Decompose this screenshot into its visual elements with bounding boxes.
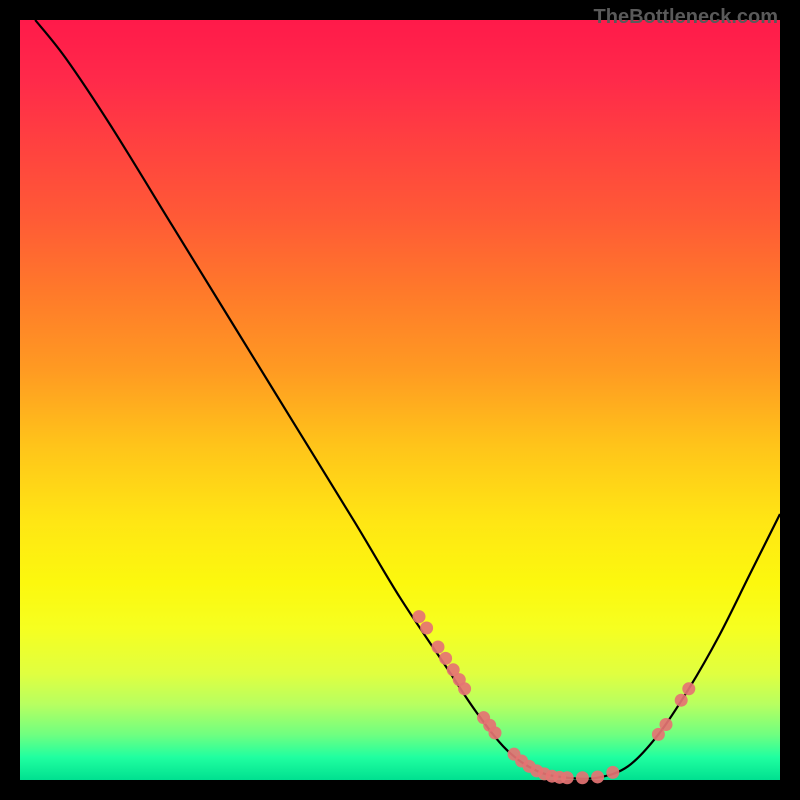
data-point — [439, 652, 452, 665]
watermark-text: TheBottleneck.com — [594, 6, 778, 29]
data-point — [432, 641, 445, 654]
bottleneck-curve — [35, 20, 780, 779]
data-points — [413, 610, 696, 784]
data-point — [489, 726, 502, 739]
data-point — [420, 622, 433, 635]
data-point — [675, 694, 688, 707]
data-point — [413, 610, 426, 623]
data-point — [606, 766, 619, 779]
data-point — [660, 718, 673, 731]
data-point — [576, 771, 589, 784]
data-point — [682, 682, 695, 695]
data-point — [561, 771, 574, 784]
data-point — [591, 770, 604, 783]
data-point — [458, 682, 471, 695]
plot-area — [20, 20, 780, 780]
chart-svg — [20, 20, 780, 780]
